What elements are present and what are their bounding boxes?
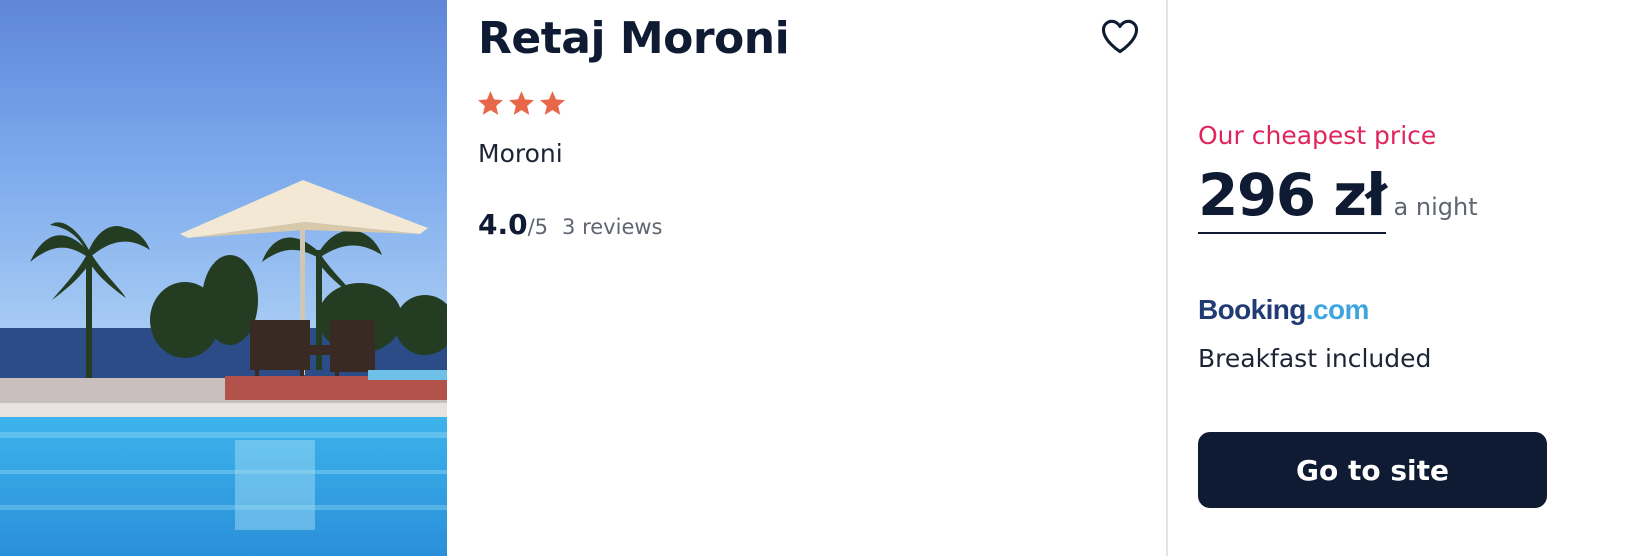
hotel-photo[interactable] — [0, 0, 447, 556]
price-link[interactable]: 296 zł — [1198, 160, 1387, 234]
heart-outline-icon — [1101, 19, 1139, 54]
price-row: 296 zł a night — [1198, 160, 1478, 234]
go-to-site-button[interactable]: Go to site — [1198, 432, 1547, 508]
booking-com-logo: Booking.com — [1198, 294, 1369, 325]
deal-note: Breakfast included — [1198, 344, 1432, 373]
review-rating: 4.0 /5 3 reviews — [478, 208, 662, 241]
review-score: 4.0 — [478, 208, 528, 241]
hotel-result-card: Retaj Moroni Moroni 4.0 /5 3 reviews Our… — [0, 0, 1646, 556]
column-divider — [1166, 0, 1168, 556]
favorite-button[interactable] — [1098, 14, 1142, 58]
cheapest-price-caption: Our cheapest price — [1198, 121, 1437, 150]
star-icon — [478, 91, 503, 115]
hotel-photo-image — [0, 0, 447, 556]
star-rating — [476, 89, 567, 118]
review-count-link[interactable]: 3 reviews — [562, 215, 662, 239]
star-icon — [540, 91, 565, 115]
star-icon — [509, 91, 534, 115]
hotel-name[interactable]: Retaj Moroni — [478, 10, 790, 68]
price-unit: a night — [1393, 193, 1478, 221]
hotel-location: Moroni — [478, 139, 563, 168]
review-score-scale: /5 — [527, 215, 549, 239]
